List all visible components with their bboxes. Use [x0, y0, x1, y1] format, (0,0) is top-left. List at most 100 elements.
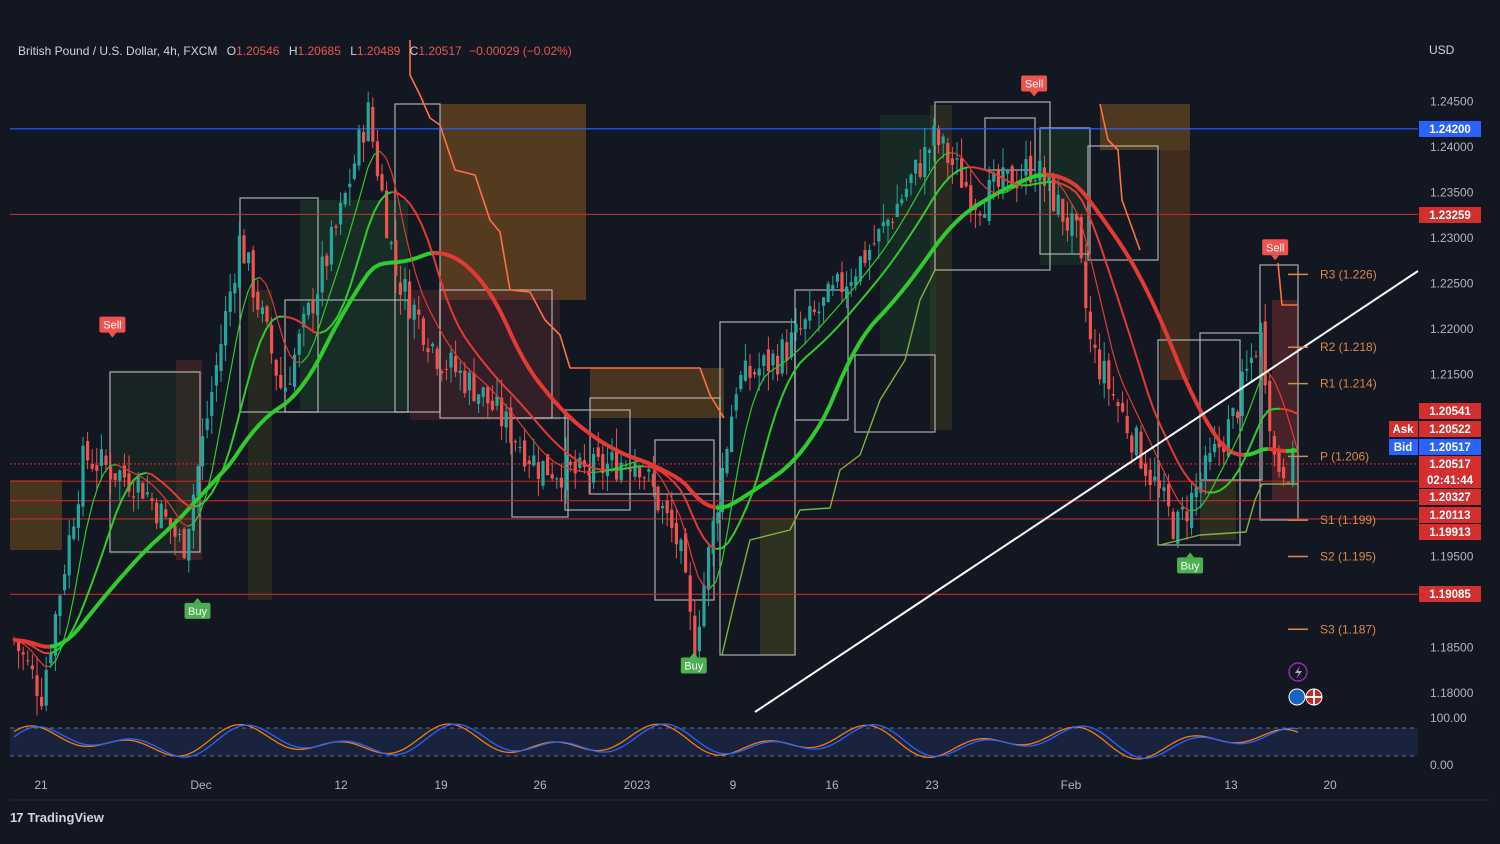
candle-body	[1084, 261, 1088, 309]
candle-body	[559, 477, 563, 488]
candle-body	[389, 242, 393, 244]
candle-body	[803, 319, 807, 329]
candle-body	[702, 585, 706, 627]
candle-body	[394, 239, 398, 276]
candle-body	[334, 226, 338, 228]
candle-body	[201, 436, 205, 467]
oscillator-bottom-label: 0.00	[1430, 758, 1454, 772]
zone-box	[10, 480, 62, 550]
candle-body	[375, 141, 379, 177]
candle-body	[145, 492, 149, 495]
price-tag-label: 1.19913	[1429, 527, 1471, 539]
lightning-bolt-icon	[1295, 666, 1302, 679]
pivot-label: S3 (1.187)	[1320, 622, 1376, 636]
candle-body	[619, 462, 623, 481]
candle-body	[1208, 452, 1212, 462]
chart-canvas[interactable]: R3 (1.226) R2 (1.218) R1 (1.214) P (1.206) S…	[0, 0, 1500, 844]
candle-body	[173, 525, 177, 537]
candle-body	[348, 183, 352, 188]
time-axis: 21 Dec 12 19 26 2023 9 16 23 Feb 13 20	[10, 778, 1490, 801]
candle-body	[40, 696, 44, 707]
candle-body	[122, 465, 126, 478]
price-tick-label: 1.22500	[1430, 277, 1474, 291]
candle-body	[178, 533, 182, 535]
candle-body	[674, 522, 678, 545]
candle-body	[780, 339, 784, 374]
price-tag-label: 1.20517	[1429, 459, 1471, 471]
candle-body	[785, 342, 789, 361]
trendline-layer	[754, 270, 1419, 713]
time-tick-label: 23	[925, 778, 939, 792]
currency-label[interactable]: USD	[1429, 43, 1454, 57]
candle-body	[927, 150, 931, 153]
signal-label: Sell	[1266, 242, 1284, 254]
candle-body	[891, 221, 895, 223]
candle-body	[141, 482, 145, 499]
candle-body	[1236, 411, 1240, 419]
candle-body	[1249, 357, 1253, 363]
candle-body	[196, 466, 200, 496]
candle-body	[398, 282, 402, 295]
price-tick-label: 1.19500	[1430, 550, 1474, 564]
candle-body	[150, 498, 154, 501]
candle-body	[159, 503, 163, 529]
candle-body	[412, 304, 416, 320]
candle-body	[1176, 511, 1180, 544]
slow-moving-average-line	[1285, 448, 1299, 453]
candle-body	[343, 193, 347, 205]
candle-body	[279, 374, 283, 388]
candle-body	[918, 163, 922, 177]
signal-pointer	[108, 332, 117, 338]
candle-body	[757, 368, 761, 376]
candle-body	[228, 291, 232, 312]
candle-body	[256, 291, 260, 310]
candle-body	[812, 309, 816, 312]
candle-body	[868, 249, 872, 261]
candle-body	[339, 202, 343, 225]
candle-body	[789, 332, 793, 358]
candle-body	[753, 372, 757, 375]
price-axis: 1.24500 1.24000 1.23500 1.23000 1.22500 1.220…	[1430, 95, 1474, 701]
candle-body	[86, 441, 90, 461]
candle-body	[417, 309, 421, 315]
pivot-label: R1 (1.214)	[1320, 377, 1377, 391]
candle-body	[858, 256, 862, 282]
zone-box	[110, 370, 200, 555]
candle-body	[205, 418, 209, 430]
candle-body	[794, 324, 798, 333]
candle-body	[937, 129, 941, 146]
candle-body	[260, 307, 264, 315]
chart-window: R3 (1.226) R2 (1.218) R1 (1.214) P (1.206) S…	[0, 0, 1500, 844]
symbol-title[interactable]: British Pound / U.S. Dollar, 4h, FXCM	[18, 44, 217, 58]
candle-body	[219, 343, 223, 372]
candle-body	[969, 185, 973, 210]
candle-body	[527, 460, 531, 464]
ask-bid-label: Ask	[1392, 424, 1414, 436]
pivot-layer: R3 (1.226) R2 (1.218) R1 (1.214) P (1.206) S…	[1288, 267, 1377, 636]
candle-body	[435, 348, 439, 369]
pivot-label: S2 (1.195)	[1320, 550, 1376, 564]
signal-pointer	[193, 597, 202, 603]
candle-body	[90, 463, 94, 469]
candle-body	[1153, 476, 1157, 481]
zone-box	[1160, 150, 1190, 380]
signal-label: Buy	[684, 661, 703, 673]
candle-body	[352, 163, 356, 179]
candle-body	[444, 368, 448, 370]
tradingview-logo[interactable]: 17 TradingView	[10, 810, 104, 825]
zone-box	[248, 290, 272, 600]
open-label: O	[226, 44, 237, 58]
candle-body	[656, 486, 660, 511]
candle-body	[187, 528, 191, 561]
candle-body	[1157, 480, 1161, 489]
candle-body	[81, 445, 85, 507]
candle-body	[454, 356, 458, 373]
tradingview-logo-text: TradingView	[27, 810, 104, 825]
trend-line	[754, 270, 1419, 713]
time-tick-label: Feb	[1061, 778, 1082, 792]
candle-body	[58, 595, 62, 617]
candle-body	[564, 455, 568, 491]
candle-body	[1268, 380, 1272, 432]
candle-body	[1061, 198, 1065, 222]
candle-body	[638, 467, 642, 478]
